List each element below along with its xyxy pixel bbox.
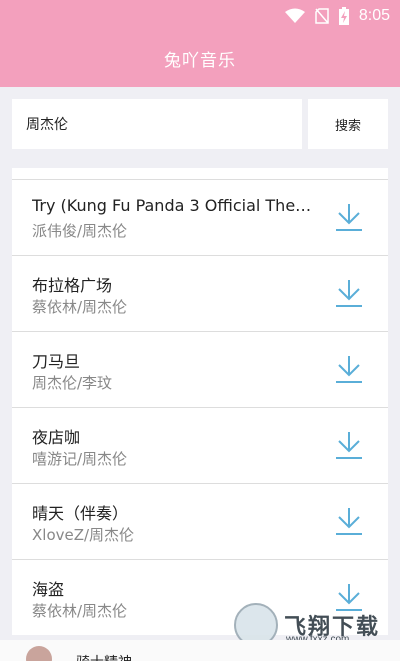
app-title: 兔吖音乐 (164, 51, 236, 71)
download-icon[interactable] (334, 277, 364, 309)
wifi-icon (284, 8, 305, 24)
song-artist: 蔡依林/周杰伦 (32, 298, 128, 316)
now-playing-title: 骑士精神 (76, 652, 132, 661)
no-sim-icon (315, 8, 329, 24)
now-playing-bar[interactable]: 骑士精神 (0, 640, 400, 661)
song-title: Try (Kung Fu Panda 3 Official Theme Song… (32, 196, 312, 215)
now-playing-avatar (26, 646, 52, 661)
song-title: 夜店咖 (32, 428, 81, 447)
search-button[interactable]: 搜索 (308, 99, 388, 149)
search-input[interactable] (12, 99, 302, 149)
search-bar: 搜索 (12, 99, 388, 149)
song-title: 布拉格广场 (32, 276, 113, 295)
download-icon[interactable] (334, 429, 364, 461)
song-title: 晴天（伴奏） (32, 504, 129, 523)
song-list[interactable]: Try (Kung Fu Panda 3 Official Theme Song… (12, 168, 388, 635)
status-time: 8:05 (358, 7, 390, 24)
song-row[interactable]: 晴天（伴奏） XloveZ/周杰伦 (12, 484, 388, 560)
song-row[interactable]: 布拉格广场蔡依林/周杰伦 (12, 256, 388, 332)
app-bar: 8:05 兔吖音乐 (0, 0, 400, 87)
song-artist: 周杰伦/李玟 (32, 374, 113, 392)
song-artist: XloveZ/周杰伦 (32, 526, 135, 544)
download-icon[interactable] (334, 505, 364, 537)
download-icon[interactable] (334, 353, 364, 385)
song-row[interactable]: 刀马旦周杰伦/李玟 (12, 332, 388, 408)
song-row[interactable]: Try (Kung Fu Panda 3 Official Theme Song… (12, 180, 388, 256)
battery-charging-icon (338, 7, 349, 25)
song-title: 海盗 (32, 580, 65, 599)
status-bar: 8:05 (0, 0, 400, 32)
song-artist: 派伟俊/周杰伦 (32, 222, 128, 240)
song-row[interactable]: 夜店咖嘻游记/周杰伦 (12, 408, 388, 484)
song-artist: 嘻游记/周杰伦 (32, 450, 128, 468)
download-icon[interactable] (334, 201, 364, 233)
song-title: 刀马旦 (32, 352, 81, 371)
list-top-edge (12, 168, 388, 180)
